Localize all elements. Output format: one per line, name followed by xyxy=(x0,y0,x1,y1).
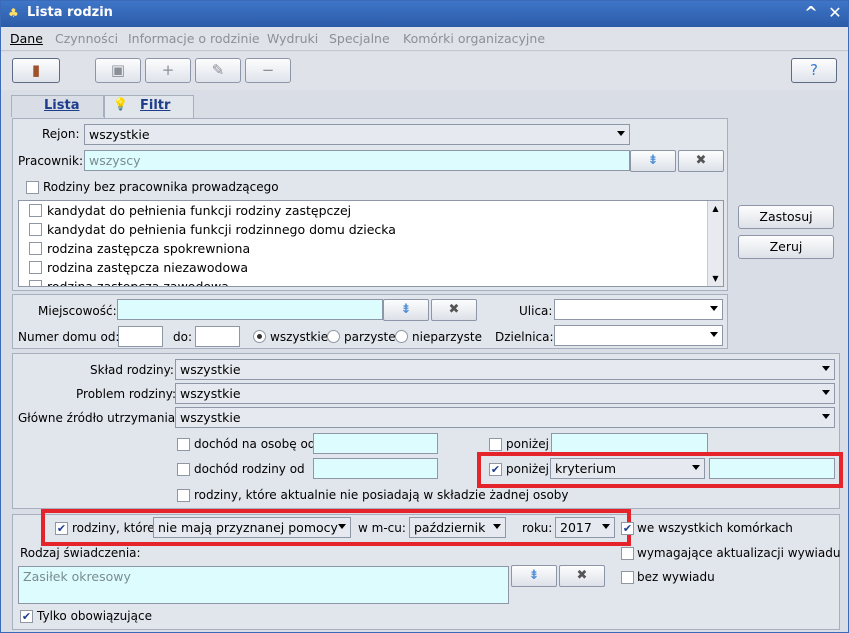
pracownik-label: Pracownik: xyxy=(18,154,83,168)
pracownik-clear-button[interactable]: ✖ xyxy=(678,150,724,172)
tab-lista[interactable]: Lista xyxy=(44,98,79,120)
menu-czynnosci[interactable]: Czynności xyxy=(55,31,118,46)
wszystkie-komorki-label: we wszystkich komórkach xyxy=(637,521,793,535)
bez-wywiadu-label: bez wywiadu xyxy=(637,570,715,584)
radio-nieparzyste[interactable] xyxy=(395,330,408,343)
ponizej1-checkbox[interactable] xyxy=(489,438,502,451)
ulica-select[interactable] xyxy=(554,299,723,320)
window: ♣ Lista rodzin ^ ✕ Dane Czynności Inform… xyxy=(0,0,849,633)
close-icon[interactable]: ✕ xyxy=(825,3,845,23)
miejscowosc-field[interactable] xyxy=(117,299,383,320)
dzielnica-label: Dzielnica: xyxy=(495,330,554,344)
rodzaj-select-button[interactable]: ⇟ xyxy=(511,565,557,587)
dochod-osoba-field[interactable] xyxy=(313,433,438,454)
highlight-box xyxy=(41,509,631,546)
menu-komorki[interactable]: Komórki organizacyjne xyxy=(403,31,545,46)
exit-button[interactable]: ▮ xyxy=(12,58,60,83)
delete-button[interactable]: − xyxy=(245,58,291,83)
bulb-icon: 💡 xyxy=(113,97,128,111)
zrodlo-label: Główne źródło utrzymania: xyxy=(18,411,180,425)
tylko-checkbox[interactable]: ✔ xyxy=(20,610,33,623)
help-button[interactable]: ? xyxy=(791,58,837,83)
aktualizacja-checkbox[interactable] xyxy=(621,547,634,560)
toolbar: ▮ ▣ + ✎ − ? xyxy=(1,52,848,90)
highlight-box xyxy=(477,452,843,488)
zeruj-button[interactable]: Zeruj xyxy=(738,235,834,259)
pracownik-select-button[interactable]: ⇟ xyxy=(630,150,676,172)
numer-label: Numer domu od: xyxy=(18,330,120,344)
dochod-rodziny-field[interactable] xyxy=(313,458,438,479)
open-button[interactable]: ▣ xyxy=(95,58,141,83)
dochod-rodziny-checkbox[interactable] xyxy=(177,463,190,476)
radio-nieparzyste-label: nieparzyste xyxy=(412,330,482,344)
radio-parzyste[interactable] xyxy=(327,330,340,343)
family-type-list[interactable]: kandydat do pełnienia funkcji rodziny za… xyxy=(18,200,724,287)
add-button[interactable]: + xyxy=(145,58,191,83)
title-bar: ♣ Lista rodzin ^ ✕ xyxy=(1,1,848,27)
menu-dane[interactable]: Dane xyxy=(10,31,43,46)
problem-label: Problem rodziny: xyxy=(76,387,177,401)
zastosuj-button[interactable]: Zastosuj xyxy=(738,205,834,229)
list-scrollbar[interactable]: ▲ ▼ xyxy=(707,201,723,286)
dzielnica-select[interactable] xyxy=(554,325,723,346)
dochod-osoba-label: dochód na osobę od xyxy=(194,437,316,451)
menu-wydruki[interactable]: Wydruki xyxy=(267,31,318,46)
menu-bar: Dane Czynności Informacje o rodzinie Wyd… xyxy=(1,27,848,51)
radio-parzyste-label: parzyste xyxy=(344,330,396,344)
nie-posiadaja-checkbox[interactable] xyxy=(177,489,190,502)
ulica-label: Ulica: xyxy=(519,304,553,318)
dochod-osoba-checkbox[interactable] xyxy=(177,438,190,451)
tab-filtr[interactable]: Filtr xyxy=(140,98,170,120)
edit-button[interactable]: ✎ xyxy=(195,58,241,83)
wszystkie-komorki-checkbox[interactable]: ✔ xyxy=(621,522,634,535)
menu-informacje[interactable]: Informacje o rodzinie xyxy=(128,31,260,46)
aktualizacja-label: wymagające aktualizacji wywiadu xyxy=(637,546,841,560)
nie-posiadaja-label: rodziny, które aktualnie nie posiadają w… xyxy=(194,488,569,502)
numer-do-field[interactable] xyxy=(195,326,240,347)
miejscowosc-select-button[interactable]: ⇟ xyxy=(383,299,429,321)
menu-specjalne[interactable]: Specjalne xyxy=(329,31,390,46)
ponizej1-field[interactable] xyxy=(551,433,708,454)
bez-wywiadu-checkbox[interactable] xyxy=(621,571,634,584)
miejscowosc-label: Miejscowość: xyxy=(38,304,117,318)
rodzaj-clear-button[interactable]: ✖ xyxy=(559,565,605,587)
problem-select[interactable]: wszystkie xyxy=(175,383,835,404)
sklad-select[interactable]: wszystkie xyxy=(175,359,835,380)
bez-pracownika-label: Rodziny bez pracownika prowadzącego xyxy=(43,180,279,194)
miejscowosc-clear-button[interactable]: ✖ xyxy=(431,299,477,321)
tylko-label: Tylko obowiązujące xyxy=(37,609,152,623)
radio-wszystkie[interactable] xyxy=(253,330,266,343)
do-label: do: xyxy=(173,330,193,344)
rodzaj-field[interactable]: Zasiłek okresowy xyxy=(18,566,509,604)
window-title: Lista rodzin xyxy=(27,5,113,20)
bez-pracownika-checkbox[interactable] xyxy=(26,181,39,194)
rodzaj-label: Rodzaj świadczenia: xyxy=(20,546,141,560)
collapse-icon[interactable]: ^ xyxy=(801,3,821,23)
pracownik-field[interactable]: wszyscy xyxy=(84,150,630,171)
dochod-rodziny-label: dochód rodziny od xyxy=(194,462,305,476)
rejon-value: wszystkie xyxy=(89,127,150,142)
numer-od-field[interactable] xyxy=(118,326,163,347)
radio-wszystkie-label: wszystkie xyxy=(270,330,329,344)
sklad-label: Skład rodziny: xyxy=(90,363,174,377)
zrodlo-select[interactable]: wszystkie xyxy=(175,407,835,428)
rejon-label: Rejon: xyxy=(42,127,80,141)
rejon-select[interactable]: wszystkie xyxy=(84,124,630,145)
app-icon: ♣ xyxy=(8,6,19,20)
ponizej1-label: poniżej xyxy=(506,437,549,451)
